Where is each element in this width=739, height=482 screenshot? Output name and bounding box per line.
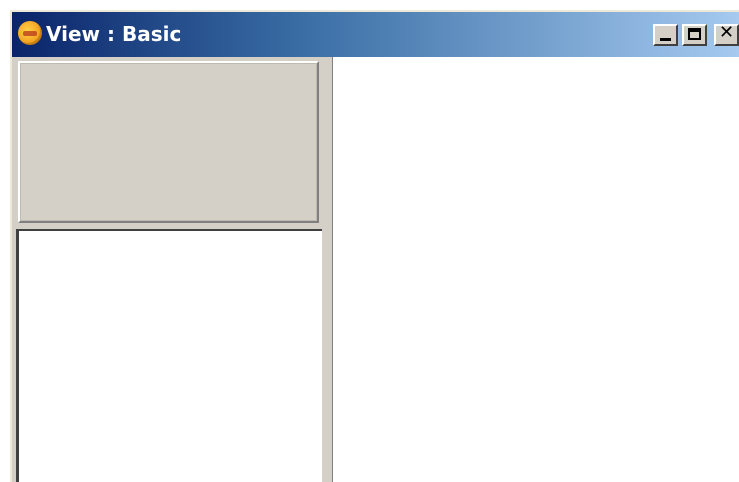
minimize-icon [660,38,671,41]
title-bar[interactable]: View : Basic ✕ [12,12,739,57]
splitter-handle[interactable] [322,57,332,482]
app-icon[interactable] [18,21,42,45]
window-content [12,57,739,482]
left-top-panel[interactable] [18,61,319,223]
app-window: View : Basic ✕ [10,10,739,482]
left-bottom-panel[interactable] [16,229,322,482]
close-button[interactable]: ✕ [714,24,739,46]
window-title: View : Basic [46,22,182,46]
main-view-panel[interactable] [332,57,739,482]
minimize-button[interactable] [653,24,678,46]
maximize-button[interactable] [682,24,707,46]
close-icon: ✕ [718,22,735,43]
maximize-icon [688,28,701,40]
